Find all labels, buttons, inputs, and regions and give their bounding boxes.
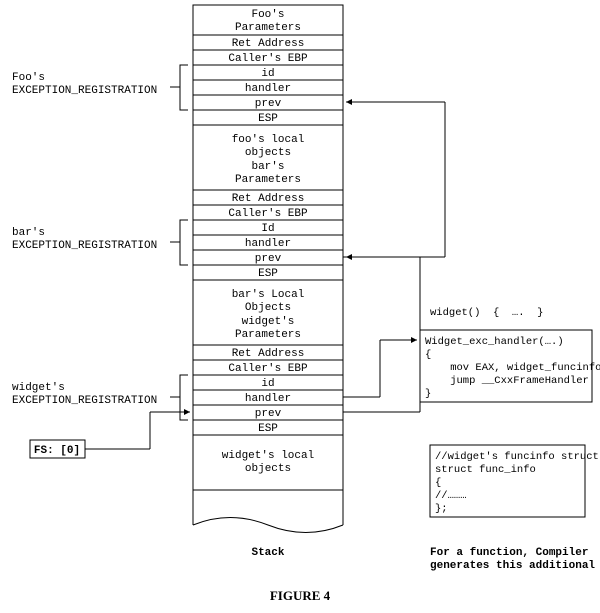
code-struct-l2: struct func_info [435,464,536,476]
code-struct-l5: }; [435,503,448,515]
cell-widget-ret: Ret Address [232,348,305,360]
cell-foo-esp: ESP [258,113,278,125]
code-handler-l1: Widget_exc_handler(….) [425,336,564,348]
cell-foo-params-l2: Parameters [235,22,301,34]
cell-widget-ebp: Caller's EBP [228,363,308,375]
cell-widget-prev: prev [255,408,282,420]
diagram-svg: Foo's Parameters Ret Address Caller's EB… [0,0,600,613]
cell-widget-esp: ESP [258,423,278,435]
cell-foo-handler: handler [245,83,291,95]
code-struct-l1: //widget's funcinfo struct [435,451,599,463]
cell-foo-locals-l1: foo's local [232,134,305,146]
cell-bar-locals-l1: bar's Local [232,289,305,301]
cell-foo-id: id [261,68,274,80]
cell-foo-prev: prev [255,98,282,110]
code-handler-l3: mov EAX, widget_funcinfo_ptr [425,362,600,374]
label-widget-l1: widget's [12,382,65,394]
fs-box-text: FS: [0] [34,445,80,457]
code-struct-l3: { [435,477,441,489]
cell-bar-esp: ESP [258,268,278,280]
cell-foo-ret: Ret Address [232,38,305,50]
label-foo-l1: Foo's [12,72,45,84]
cell-bar-params-l2: Parameters [235,174,301,186]
cell-bar-ebp: Caller's EBP [228,208,308,220]
cell-widget-locals-l1: widget's local [222,450,314,462]
cell-bar-ret: Ret Address [232,193,305,205]
cell-foo-locals-l2: objects [245,147,291,159]
footer-note-l1: For a function, Compiler [430,547,588,559]
figure-title: FIGURE 4 [270,588,331,603]
footer-note-l2: generates this additional data [430,560,600,572]
code-handler-l5: } [425,388,431,400]
cell-widget-params-l1: widget's [242,316,295,328]
code-widget-sig: widget() { …. } [430,307,543,319]
label-bar-l2: EXCEPTION_REGISTRATION [12,240,157,252]
cell-bar-prev: prev [255,253,282,265]
cell-bar-id: Id [261,223,274,235]
cell-widget-params-l2: Parameters [235,329,301,341]
label-foo-l2: EXCEPTION_REGISTRATION [12,85,157,97]
cell-widget-locals-l2: objects [245,463,291,475]
label-widget-l2: EXCEPTION_REGISTRATION [12,395,157,407]
cell-foo-ebp: Caller's EBP [228,53,308,65]
cell-bar-params-l1: bar's [251,161,284,173]
label-bar-l1: bar's [12,227,45,239]
cell-bar-locals-l2: Objects [245,302,291,314]
cell-foo-params-l1: Foo's [251,9,284,21]
code-struct-l4: //……… [435,490,467,502]
stack-label: Stack [251,547,284,559]
cell-widget-handler: handler [245,393,291,405]
cell-bar-handler: handler [245,238,291,250]
cell-widget-id: id [261,378,274,390]
code-handler-l4: jump __CxxFrameHandler [425,375,589,387]
code-handler-l2: { [425,349,431,361]
